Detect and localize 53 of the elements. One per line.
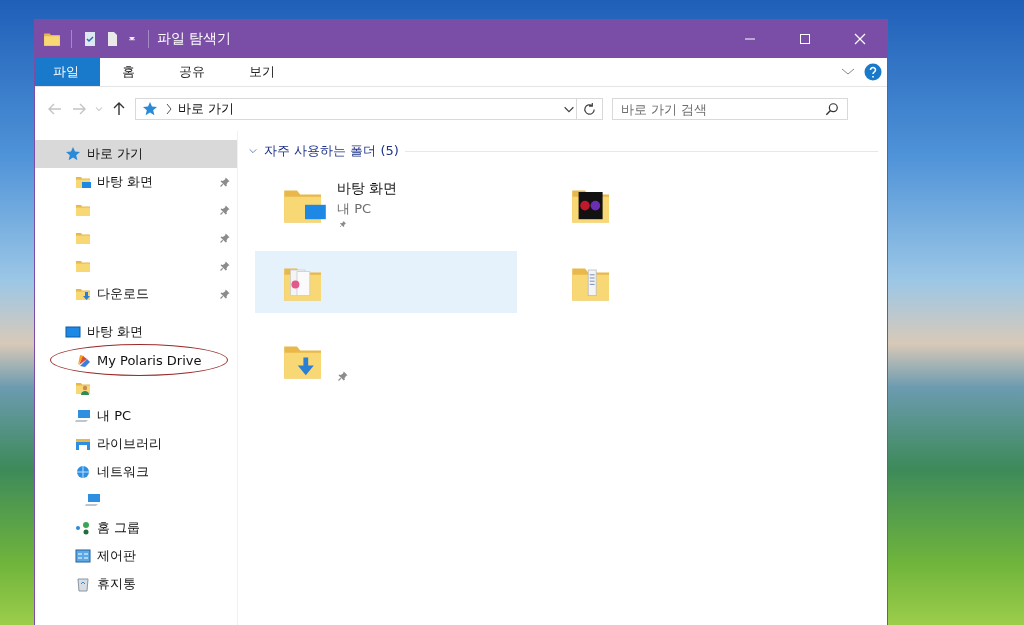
help-icon[interactable] — [864, 63, 882, 81]
folder-icon — [75, 258, 91, 274]
chevron-down-icon[interactable] — [248, 146, 258, 156]
search-icon — [825, 102, 839, 116]
ribbon-tab[interactable]: 보기 — [227, 58, 297, 86]
computer-icon — [75, 408, 91, 424]
star-icon — [142, 101, 158, 117]
control-panel-icon — [75, 548, 91, 564]
nav-item[interactable]: 다운로드 — [35, 280, 237, 308]
ribbon-tab[interactable]: 홈 — [100, 58, 157, 86]
network-icon — [75, 464, 91, 480]
maximize-icon — [798, 33, 811, 45]
homegroup-icon — [75, 520, 91, 536]
close-icon — [853, 33, 866, 45]
up-arrow-icon — [111, 101, 127, 117]
nav-item[interactable]: My Polaris Drive — [35, 346, 237, 374]
nav-item[interactable]: 라이브러리 — [35, 430, 237, 458]
forward-arrow-icon — [71, 101, 87, 117]
computer-icon — [85, 492, 101, 508]
folder-icon[interactable] — [43, 30, 61, 48]
recycle-bin-icon — [75, 576, 91, 592]
nav-item[interactable]: 홈 그룹 — [35, 514, 237, 542]
download-folder-icon — [75, 286, 91, 302]
folder-tile[interactable] — [255, 251, 517, 313]
folder-icon — [75, 202, 91, 218]
folder-icon — [75, 230, 91, 246]
folder-tile[interactable]: 바탕 화면 내 PC — [255, 173, 517, 235]
nav-item[interactable]: 내 PC — [35, 402, 237, 430]
search-field[interactable]: 바로 가기 검색 — [612, 98, 848, 120]
nav-item[interactable]: 제어판 — [35, 542, 237, 570]
section-header[interactable]: 자주 사용하는 폴더 (5) — [264, 142, 399, 160]
ribbon-tab[interactable]: 공유 — [157, 58, 227, 86]
nav-item[interactable]: 네트워크 — [35, 458, 237, 486]
nav-item[interactable]: 바탕 화면 — [35, 168, 237, 196]
back-arrow-icon — [47, 101, 63, 117]
star-icon — [65, 146, 81, 162]
nav-item[interactable]: 바탕 화면 — [35, 318, 237, 346]
checklist-icon[interactable] — [82, 31, 98, 47]
refresh-button[interactable] — [577, 98, 603, 120]
nav-item[interactable]: 휴지통 — [35, 570, 237, 598]
chevron-right-icon — [164, 103, 172, 115]
library-icon — [75, 436, 91, 452]
nav-item[interactable]: 바로 가기 — [35, 140, 237, 168]
folder-name: 바탕 화면 — [337, 180, 398, 198]
desktop-folder-icon — [75, 174, 91, 190]
monitor-icon — [65, 324, 81, 340]
fan-logo-icon — [75, 352, 91, 368]
window-title: 파일 탐색기 — [157, 30, 233, 48]
user-folder-icon — [75, 380, 91, 396]
address-field[interactable]: 바로 가기 — [135, 98, 577, 120]
refresh-icon — [582, 101, 597, 117]
folder-location: 내 PC — [337, 200, 373, 218]
file-menu-button[interactable]: 파일 — [35, 58, 100, 86]
